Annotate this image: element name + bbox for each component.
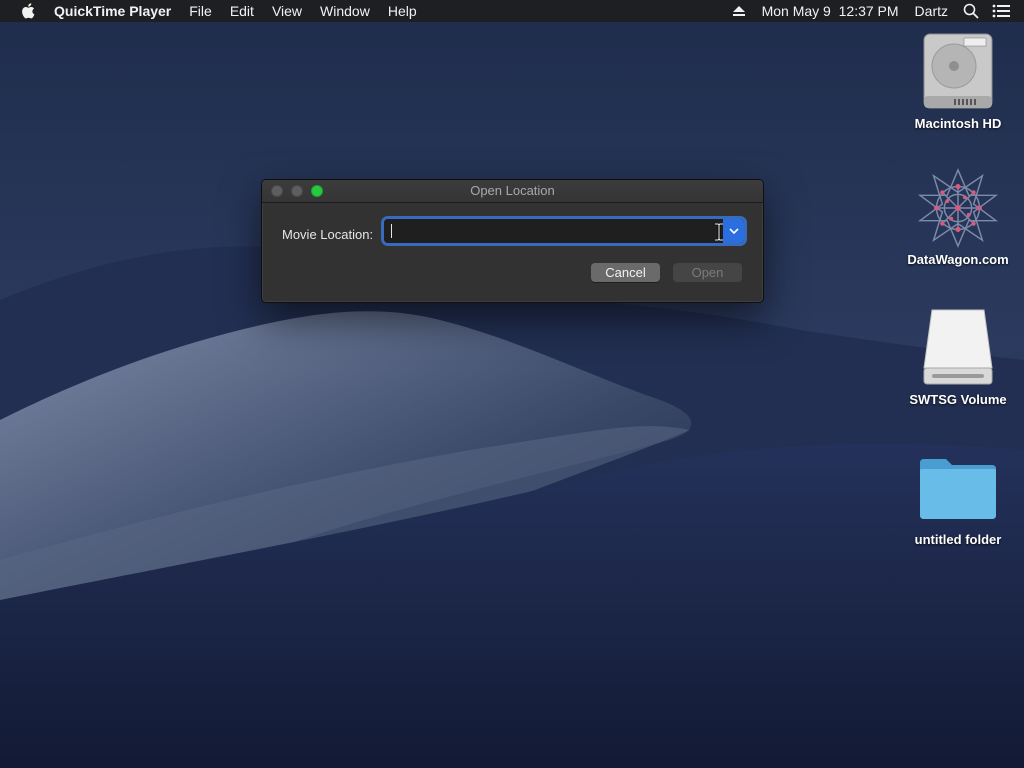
chevron-down-icon [728, 227, 739, 234]
location-history-dropdown-button[interactable] [723, 219, 744, 243]
desktop-icon-label: untitled folder [914, 532, 1002, 547]
desktop-icon-label: SWTSG Volume [909, 392, 1007, 407]
app-menu-quicktime[interactable]: QuickTime Player [52, 0, 180, 22]
notification-center-icon[interactable] [990, 0, 1012, 22]
menubar-user[interactable]: Dartz [907, 0, 956, 22]
folder-icon [918, 448, 998, 528]
movie-location-combobox[interactable] [384, 219, 744, 243]
desktop-icon-datawagon[interactable]: DataWagon.com [898, 168, 1018, 267]
desktop-icon-label: Macintosh HD [914, 116, 1002, 131]
menu-help[interactable]: Help [379, 0, 426, 22]
open-button[interactable]: Open [673, 263, 742, 282]
menu-file[interactable]: File [180, 0, 221, 22]
movie-location-label: Movie Location: [282, 227, 374, 242]
spotlight-search-icon[interactable] [960, 0, 982, 22]
movie-location-input[interactable] [384, 219, 722, 243]
text-caret [391, 224, 392, 238]
desktop-icon-swtsg-volume[interactable]: SWTSG Volume [898, 308, 1018, 407]
dialog-titlebar[interactable]: Open Location [262, 180, 763, 203]
menu-bar: QuickTime Player File Edit View Window H… [0, 0, 1024, 22]
apple-menu-icon[interactable] [18, 0, 38, 22]
desktop-icon-macintosh-hd[interactable]: Macintosh HD [898, 32, 1018, 131]
ibeam-cursor-icon [715, 223, 723, 241]
external-drive-icon [918, 308, 998, 388]
open-location-dialog: Open Location Movie Location: Cancel Ope… [261, 179, 764, 303]
menu-window[interactable]: Window [311, 0, 379, 22]
menubar-clock[interactable]: Mon May 9 12:37 PM [754, 0, 907, 22]
hard-drive-icon [918, 32, 998, 112]
desktop-icon-untitled-folder[interactable]: untitled folder [898, 448, 1018, 547]
cancel-button[interactable]: Cancel [591, 263, 660, 282]
desktop-wallpaper [0, 0, 1024, 768]
dialog-title: Open Location [470, 183, 555, 198]
eject-icon[interactable] [728, 0, 750, 22]
network-share-icon [918, 168, 998, 248]
menu-view[interactable]: View [263, 0, 311, 22]
desktop-icon-label: DataWagon.com [907, 252, 1009, 267]
menu-edit[interactable]: Edit [221, 0, 263, 22]
